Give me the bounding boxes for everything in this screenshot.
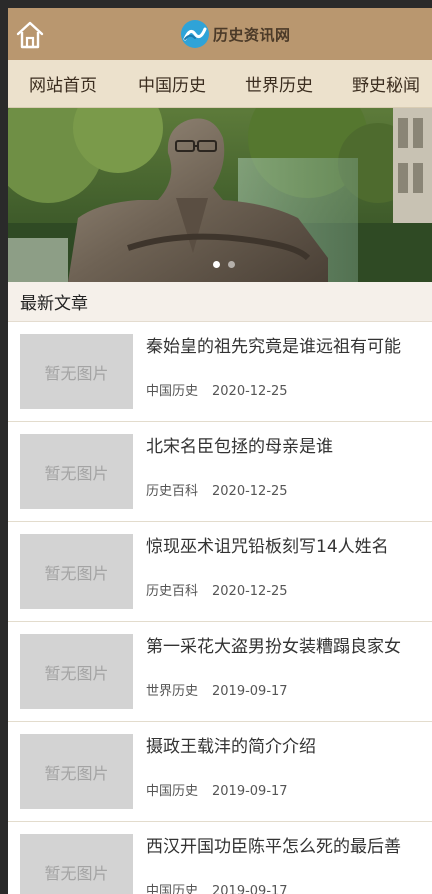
list-item[interactable]: 暂无图片 秦始皇的祖先究竟是谁远祖有可能 中国历史 2020-12-25 — [8, 322, 432, 422]
site-title: 历史资讯网 — [213, 25, 291, 44]
article-meta: 中国历史 2019-09-17 — [146, 880, 288, 894]
article-title[interactable]: 秦始皇的祖先究竟是谁远祖有可能 — [146, 332, 432, 357]
header-bar: 历史资讯网 — [8, 8, 432, 60]
article-thumbnail[interactable]: 暂无图片 — [20, 434, 133, 509]
nav-item-home[interactable]: 网站首页 — [29, 71, 97, 96]
article-category[interactable]: 中国历史 — [146, 384, 198, 399]
section-title: 最新文章 — [20, 294, 88, 314]
main-nav: 网站首页 中国历史 世界历史 野史秘闻 — [8, 60, 432, 108]
list-item[interactable]: 暂无图片 北宋名臣包拯的母亲是谁 历史百科 2020-12-25 — [8, 422, 432, 522]
article-meta: 历史百科 2020-12-25 — [146, 480, 288, 499]
nav-item-chinese-history[interactable]: 中国历史 — [138, 71, 206, 96]
page-frame: 历史资讯网 网站首页 中国历史 世界历史 野史秘闻 最新文章 暂无图片 秦始皇的… — [8, 8, 432, 894]
article-date: 2019-09-17 — [212, 884, 288, 894]
article-category[interactable]: 中国历史 — [146, 884, 198, 894]
article-title[interactable]: 北宋名臣包拯的母亲是谁 — [146, 432, 432, 457]
home-icon[interactable] — [14, 19, 46, 51]
article-date: 2019-09-17 — [212, 784, 288, 799]
slider-dot[interactable] — [228, 261, 235, 268]
article-category[interactable]: 中国历史 — [146, 784, 198, 799]
article-category[interactable]: 世界历史 — [146, 684, 198, 699]
article-meta: 中国历史 2019-09-17 — [146, 780, 288, 799]
list-item[interactable]: 暂无图片 惊现巫术诅咒铅板刻写14人姓名 历史百科 2020-12-25 — [8, 522, 432, 622]
nav-item-unofficial-history[interactable]: 野史秘闻 — [352, 71, 420, 96]
article-thumbnail[interactable]: 暂无图片 — [20, 734, 133, 809]
section-header: 最新文章 — [8, 282, 432, 322]
article-thumbnail[interactable]: 暂无图片 — [20, 534, 133, 609]
article-meta: 中国历史 2020-12-25 — [146, 380, 288, 399]
banner-image — [8, 108, 432, 282]
list-item[interactable]: 暂无图片 摄政王载沣的简介介绍 中国历史 2019-09-17 — [8, 722, 432, 822]
site-logo[interactable]: 历史资讯网 — [180, 18, 291, 50]
article-date: 2019-09-17 — [212, 684, 288, 699]
list-item[interactable]: 暂无图片 第一采花大盗男扮女装糟蹋良家女 世界历史 2019-09-17 — [8, 622, 432, 722]
article-category[interactable]: 历史百科 — [146, 584, 198, 599]
banner-slider[interactable] — [8, 108, 432, 282]
article-thumbnail[interactable]: 暂无图片 — [20, 334, 133, 409]
article-date: 2020-12-25 — [212, 384, 288, 399]
article-date: 2020-12-25 — [212, 584, 288, 599]
logo-mark-icon — [181, 20, 209, 48]
article-meta: 世界历史 2019-09-17 — [146, 680, 288, 699]
article-category[interactable]: 历史百科 — [146, 484, 198, 499]
article-title[interactable]: 惊现巫术诅咒铅板刻写14人姓名 — [146, 532, 432, 557]
article-thumbnail[interactable]: 暂无图片 — [20, 634, 133, 709]
article-thumbnail[interactable]: 暂无图片 — [20, 834, 133, 894]
article-meta: 历史百科 2020-12-25 — [146, 580, 288, 599]
list-item[interactable]: 暂无图片 西汉开国功臣陈平怎么死的最后善 中国历史 2019-09-17 — [8, 822, 432, 894]
slider-dot[interactable] — [213, 261, 220, 268]
article-title[interactable]: 西汉开国功臣陈平怎么死的最后善 — [146, 832, 432, 857]
article-title[interactable]: 摄政王载沣的简介介绍 — [146, 732, 432, 757]
article-title[interactable]: 第一采花大盗男扮女装糟蹋良家女 — [146, 632, 432, 657]
article-date: 2020-12-25 — [212, 484, 288, 499]
article-list: 暂无图片 秦始皇的祖先究竟是谁远祖有可能 中国历史 2020-12-25 暂无图片… — [8, 322, 432, 894]
slider-dots — [8, 261, 432, 268]
nav-item-world-history[interactable]: 世界历史 — [245, 71, 313, 96]
